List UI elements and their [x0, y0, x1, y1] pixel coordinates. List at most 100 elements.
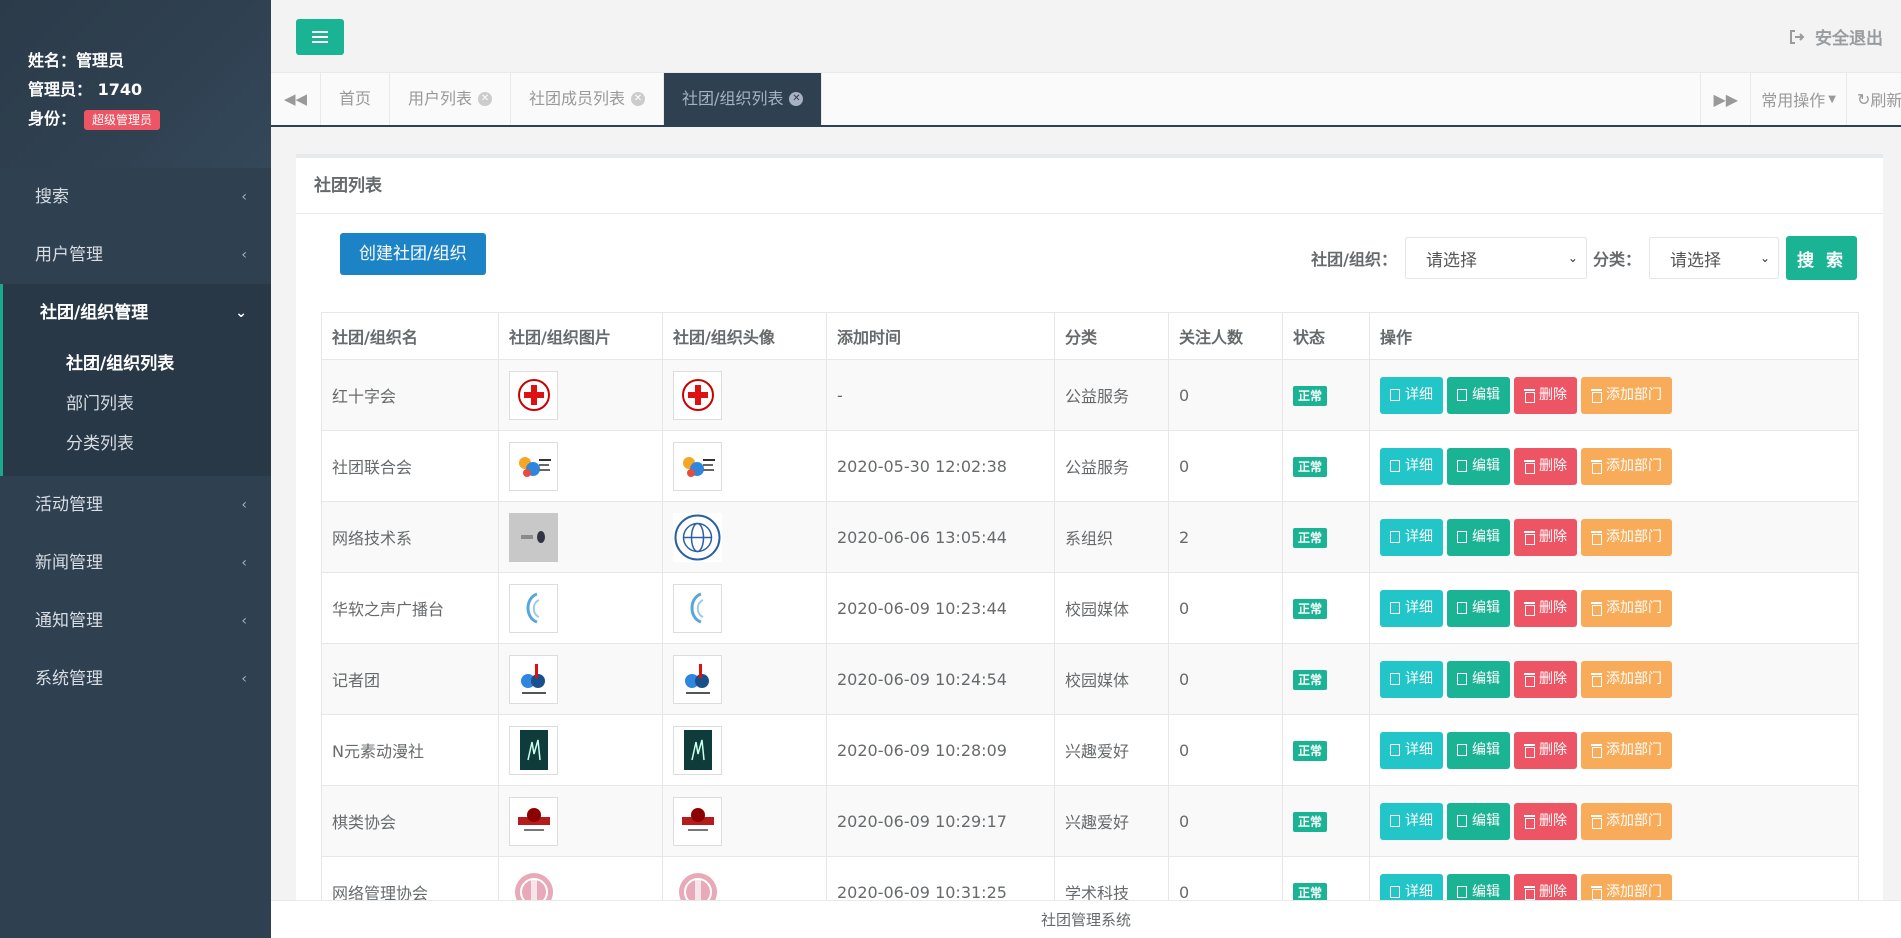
tab-scroll-right-button[interactable]: ▶▶	[1700, 73, 1750, 125]
edit-button[interactable]: 编辑	[1447, 376, 1510, 414]
tab-home[interactable]: 首页	[321, 73, 391, 125]
create-club-button[interactable]: 创建社团/组织	[340, 233, 486, 275]
delete-button[interactable]: 删除	[1514, 376, 1577, 414]
delete-button[interactable]: 删除	[1514, 447, 1577, 485]
close-icon[interactable]: ✕	[631, 92, 646, 106]
club-avatar[interactable]	[673, 867, 722, 900]
tab-scroll-left-button[interactable]: ◀◀	[271, 73, 321, 125]
sidebar-item-notices[interactable]: 通知管理 ‹	[0, 592, 271, 650]
copy-icon	[1390, 389, 1401, 401]
column-header[interactable]: 操作	[1369, 312, 1859, 360]
cell-followers: 0	[1168, 714, 1283, 786]
detail-button[interactable]: 详细	[1380, 660, 1443, 698]
sidebar-item-system[interactable]: 系统管理 ‹	[0, 650, 271, 708]
club-avatar[interactable]	[673, 583, 722, 633]
tab-club-members[interactable]: 社团成员列表 ✕	[511, 73, 665, 125]
detail-button[interactable]: 详细	[1380, 731, 1443, 769]
add-department-button[interactable]: 添加部门	[1581, 518, 1672, 556]
sidebar-item-search[interactable]: 搜索 ‹	[0, 168, 271, 226]
search-button[interactable]: 搜 索	[1786, 236, 1857, 280]
category-select[interactable]: 请选择 ⌄	[1649, 237, 1779, 279]
club-image[interactable]	[509, 867, 558, 900]
sidebar-subitem-dept-list[interactable]: 部门列表	[3, 384, 271, 424]
column-header[interactable]: 社团/组织名	[321, 312, 499, 360]
sidebar-subitem-category-list[interactable]: 分类列表	[3, 424, 271, 464]
tab-bar-right: ▶▶ 常用操作 ▼ ↻ 刷新	[1700, 73, 1901, 125]
tab-club-list[interactable]: 社团/组织列表 ✕	[664, 73, 823, 125]
add-department-button[interactable]: 添加部门	[1581, 447, 1672, 485]
delete-button[interactable]: 删除	[1514, 731, 1577, 769]
delete-button[interactable]: 删除	[1514, 660, 1577, 698]
filter-bar: 社团/组织： 请选择 ⌄ 分类： 请选择 ⌄ 搜 索	[1311, 236, 1857, 280]
sidebar-item-clubs[interactable]: 社团/组织管理 ⌄	[0, 284, 271, 342]
add-department-button[interactable]: 添加部门	[1581, 873, 1672, 900]
column-header[interactable]: 社团/组织图片	[498, 312, 663, 360]
add-department-button[interactable]: 添加部门	[1581, 802, 1672, 840]
edit-button[interactable]: 编辑	[1447, 660, 1510, 698]
detail-button[interactable]: 详细	[1380, 802, 1443, 840]
column-header[interactable]: 分类	[1054, 312, 1169, 360]
row-actions: 详细 编辑 删除 添加部门	[1380, 660, 1848, 698]
edit-button[interactable]: 编辑	[1447, 447, 1510, 485]
add-department-button[interactable]: 添加部门	[1581, 589, 1672, 627]
trash-icon	[1591, 886, 1602, 900]
edit-button[interactable]: 编辑	[1447, 873, 1510, 900]
club-image[interactable]	[509, 654, 558, 704]
club-image[interactable]	[509, 796, 558, 846]
column-header[interactable]: 添加时间	[826, 312, 1055, 360]
sidebar-item-users[interactable]: 用户管理 ‹	[0, 226, 271, 284]
sidebar-item-news[interactable]: 新闻管理 ‹	[0, 534, 271, 592]
filter-org-label: 社团/组织：	[1311, 250, 1397, 269]
club-image[interactable]	[509, 441, 558, 491]
logout-button[interactable]: 安全退出	[1789, 24, 1883, 49]
club-image[interactable]	[509, 583, 558, 633]
refresh-button[interactable]: ↻ 刷新	[1846, 73, 1901, 125]
club-image[interactable]	[509, 725, 558, 775]
add-department-button[interactable]: 添加部门	[1581, 731, 1672, 769]
detail-label: 详细	[1405, 528, 1433, 545]
sidebar-item-activities[interactable]: 活动管理 ‹	[0, 476, 271, 534]
close-icon[interactable]: ✕	[478, 92, 493, 106]
chevron-down-icon: ⌄	[1759, 251, 1770, 265]
delete-button[interactable]: 删除	[1514, 589, 1577, 627]
delete-button[interactable]: 删除	[1514, 802, 1577, 840]
column-header[interactable]: 状态	[1282, 312, 1370, 360]
menu-toggle-button[interactable]	[296, 19, 344, 55]
tab-user-list[interactable]: 用户列表 ✕	[390, 73, 512, 125]
column-header[interactable]: 社团/组织头像	[662, 312, 827, 360]
club-avatar[interactable]	[673, 725, 722, 775]
delete-button[interactable]: 删除	[1514, 518, 1577, 556]
cell-status: 正常	[1282, 856, 1370, 900]
cell-name: 社团联合会	[321, 430, 499, 502]
sidebar-subitem-club-list[interactable]: 社团/组织列表	[3, 344, 271, 384]
club-image[interactable]	[509, 370, 558, 420]
detail-button[interactable]: 详细	[1380, 447, 1443, 485]
profile-admin-value: 1740	[97, 80, 143, 99]
club-avatar[interactable]	[673, 654, 722, 704]
add-department-button[interactable]: 添加部门	[1581, 660, 1672, 698]
club-image[interactable]	[509, 512, 558, 562]
delete-label: 删除	[1539, 670, 1567, 687]
club-avatar[interactable]	[673, 512, 722, 562]
detail-button[interactable]: 详细	[1380, 873, 1443, 900]
club-avatar[interactable]	[673, 796, 722, 846]
detail-button[interactable]: 详细	[1380, 376, 1443, 414]
copy-icon	[1457, 389, 1468, 401]
edit-button[interactable]: 编辑	[1447, 518, 1510, 556]
edit-button[interactable]: 编辑	[1447, 802, 1510, 840]
delete-label: 删除	[1539, 528, 1567, 545]
column-header[interactable]: 关注人数	[1168, 312, 1283, 360]
org-select[interactable]: 请选择 ⌄	[1404, 237, 1587, 279]
cell-name: 棋类协会	[321, 785, 499, 857]
club-avatar[interactable]	[673, 370, 722, 420]
cell-avatar	[662, 430, 827, 502]
club-avatar[interactable]	[673, 441, 722, 491]
detail-button[interactable]: 详细	[1380, 518, 1443, 556]
delete-button[interactable]: 删除	[1514, 873, 1577, 900]
common-ops-dropdown[interactable]: 常用操作 ▼	[1750, 73, 1846, 125]
add-department-button[interactable]: 添加部门	[1581, 376, 1672, 414]
close-icon[interactable]: ✕	[789, 92, 804, 106]
edit-button[interactable]: 编辑	[1447, 589, 1510, 627]
detail-button[interactable]: 详细	[1380, 589, 1443, 627]
edit-button[interactable]: 编辑	[1447, 731, 1510, 769]
